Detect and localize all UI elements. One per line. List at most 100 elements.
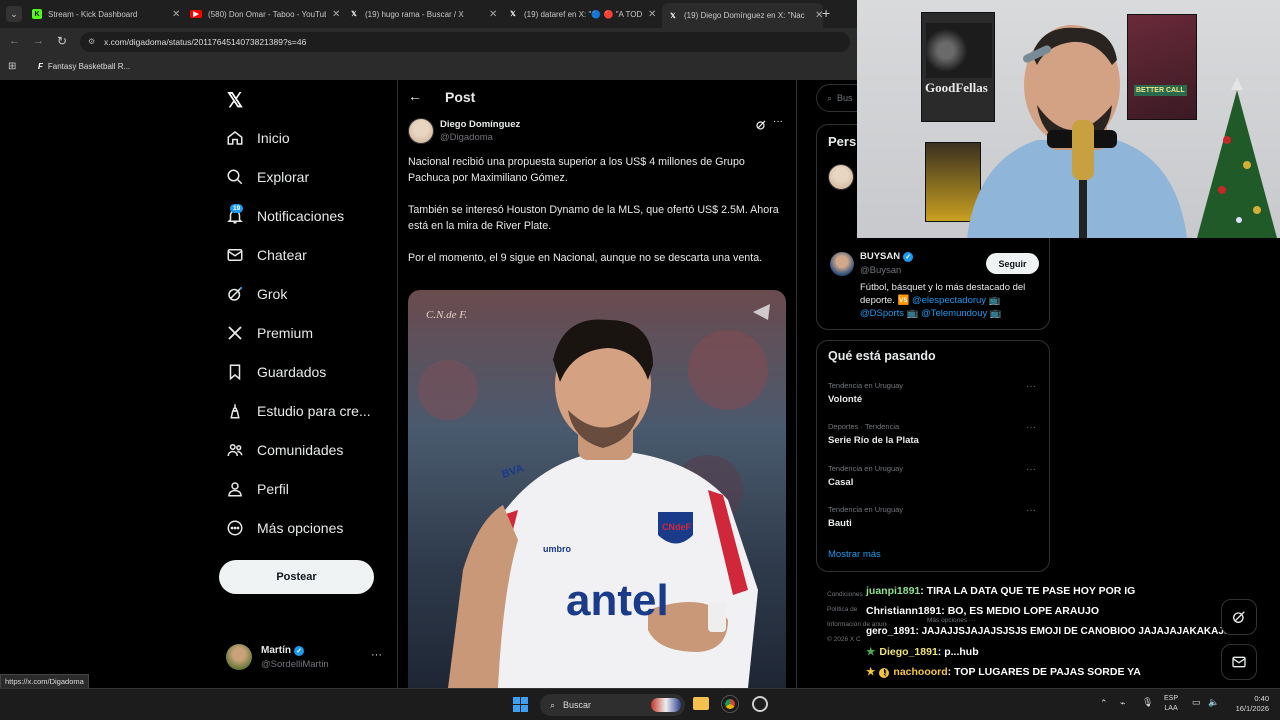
tray-chevron-icon[interactable]: ⌃ [1100, 698, 1108, 709]
messages-float-button[interactable] [1221, 644, 1257, 680]
people-icon [227, 444, 243, 457]
language-indicator[interactable]: ESP LAA [1164, 694, 1178, 714]
more-dots-icon[interactable]: ··· [1026, 464, 1036, 475]
avatar[interactable] [830, 252, 854, 276]
warning-badge-icon: ! [879, 668, 890, 678]
follow-button[interactable]: Seguir [986, 253, 1039, 274]
nav-guardados[interactable]: Guardados [226, 363, 326, 381]
suggest-name[interactable]: BUYSAN ✓ [860, 251, 914, 262]
chat-user: Diego_1891 [879, 646, 938, 658]
reload-icon[interactable]: ↻ [57, 34, 67, 48]
column-divider [397, 80, 398, 688]
trend-item[interactable]: Tendencia en Uruguay Casal ··· [828, 464, 1036, 488]
site-info-icon[interactable]: ⚙ [88, 37, 95, 46]
kick-icon: K [32, 9, 42, 19]
player-photo: CNdeF antel BVA umbro C.N.de F. [418, 304, 770, 688]
nav-explorar[interactable]: Explorar [226, 168, 309, 186]
chat-message: juanpi1891: TIRA LA DATA QUE TE PASE HOY… [866, 585, 1135, 597]
new-tab-button[interactable]: + [822, 5, 830, 21]
close-tab-icon[interactable]: ✕ [648, 9, 656, 20]
search-icon: ⌕ [827, 92, 833, 103]
account-name: Martín ✓ [261, 645, 304, 656]
tab-x-active[interactable]: 𝕏 (19) Diego Domínguez en X: "Nac ✕ [662, 3, 824, 28]
post-header-title: Post [445, 89, 476, 105]
author-name[interactable]: Diego Domínguez [440, 119, 520, 130]
more-dots-icon[interactable]: ··· [1026, 422, 1036, 433]
post-image[interactable]: CNdeF antel BVA umbro C.N.de F. [408, 290, 786, 688]
nav-comunidades[interactable]: Comunidades [226, 441, 343, 459]
footer-link[interactable]: Más opciones ··· [927, 617, 975, 624]
tv-icon: 📺 [986, 295, 1001, 306]
nav-mas-opciones[interactable]: Más opciones [226, 519, 343, 537]
sponsor-text: antel [566, 576, 669, 625]
windows-start-icon[interactable] [513, 697, 528, 712]
home-icon [227, 131, 243, 145]
mail-icon [1232, 656, 1246, 668]
network-off-icon[interactable]: ⌁ [1120, 698, 1125, 709]
back-arrow-icon[interactable]: ← [408, 88, 422, 104]
volume-icon[interactable]: 🔈 [1208, 697, 1219, 708]
bio-link[interactable]: @elespectadoruy [912, 295, 986, 306]
close-tab-icon[interactable]: ✕ [332, 9, 340, 20]
post-header: ← Post [398, 84, 796, 112]
nav-premium[interactable]: Premium [226, 324, 313, 342]
more-circle-icon [227, 520, 243, 536]
forward-icon[interactable]: → [33, 35, 44, 47]
nav-chatear[interactable]: Chatear [226, 246, 307, 264]
trend-item[interactable]: Deportes · Tendencia Serie Río de la Pla… [828, 422, 1036, 446]
show-more-link[interactable]: Mostrar más [828, 549, 881, 560]
post-button[interactable]: Postear [219, 560, 374, 594]
grok-icon[interactable] [755, 118, 767, 130]
close-tab-icon[interactable]: ✕ [489, 9, 497, 20]
bio-link[interactable]: @DSports [860, 308, 904, 319]
address-bar[interactable]: ⚙ x.com/digadoma/status/2011764514073821… [80, 32, 850, 52]
tab-youtube[interactable]: ▶ (580) Don Omar - Taboo - YouTube ✕ [190, 4, 340, 24]
tab-x-search[interactable]: 𝕏 (19) hugo rama - Buscar / X ✕ [349, 4, 497, 24]
trend-item[interactable]: Tendencia en Uruguay Volonté ··· [828, 381, 1036, 405]
bookmark-icon [229, 364, 241, 381]
post-more-icon[interactable]: ··· [773, 116, 783, 127]
taskbar-search[interactable]: ⌕ Buscar [540, 694, 685, 716]
tab-search-button[interactable]: ⌄ [6, 6, 22, 22]
suggest-handle: @Buysan [860, 265, 902, 276]
bookmark-fantasy[interactable]: F Fantasy Basketball R... [38, 62, 130, 71]
x-logo-icon[interactable]: 𝕏 [227, 88, 243, 113]
nav-notificaciones[interactable]: Notificaciones 19 [226, 204, 344, 225]
chat-message: ★ Diego_1891: p...hub [866, 646, 979, 658]
post-paragraph: Por el momento, el 9 sigue en Nacional, … [408, 252, 763, 264]
verified-icon: ✓ [903, 251, 914, 262]
status-bar-url: https://x.com/Digadoma [0, 674, 89, 689]
close-tab-icon[interactable]: ✕ [172, 9, 180, 20]
apps-grid-icon[interactable]: ⊞ [8, 61, 16, 72]
trends-title: Qué está pasando [828, 349, 936, 363]
chrome-icon[interactable] [722, 696, 738, 712]
grok-float-button[interactable] [1221, 599, 1257, 635]
more-dots-icon[interactable]: ··· [371, 649, 382, 661]
tab-kick[interactable]: K Stream - Kick Dashboard ✕ [32, 4, 180, 24]
nav-estudio[interactable]: Estudio para cre... [226, 402, 371, 420]
clock[interactable]: 0:40 16/1/2026 [1227, 694, 1269, 714]
author-avatar[interactable] [408, 118, 434, 144]
x-logo-icon [228, 326, 242, 340]
author-handle[interactable]: @Digadoma [440, 132, 493, 143]
tab-x-dataref[interactable]: 𝕏 (19) dataref en X: "🔵 🔴 "A TOD ✕ [508, 4, 656, 24]
avatar[interactable] [828, 164, 854, 190]
trend-item[interactable]: Tendencia en Uruguay Bauti ··· [828, 505, 1036, 529]
display-icon[interactable]: ▭ [1192, 697, 1201, 708]
back-icon[interactable]: ← [9, 35, 20, 47]
more-dots-icon[interactable]: ··· [1026, 505, 1036, 516]
post-text: Nacional recibió una propuesta superior … [408, 154, 788, 266]
url-text: x.com/digadoma/status/201176451407382138… [104, 37, 307, 47]
more-dots-icon[interactable]: ··· [1026, 381, 1036, 392]
grok-icon [1233, 611, 1245, 623]
nav-grok[interactable]: Grok [226, 285, 287, 303]
nav-perfil[interactable]: Perfil [226, 480, 289, 498]
chat-text: : TOP LUGARES DE PAJAS SORDE YA [947, 666, 1141, 678]
mic-icon[interactable]: 🎙 [1142, 697, 1153, 708]
nav-inicio[interactable]: Inicio [226, 129, 290, 147]
bio-link[interactable]: @Telemundouy [921, 308, 987, 319]
file-explorer-icon[interactable] [693, 697, 709, 710]
app-icon[interactable] [752, 696, 768, 712]
x-icon: 𝕏 [351, 11, 357, 18]
account-switcher[interactable]: Martín ✓ @SordelliMartin ··· [226, 644, 386, 674]
